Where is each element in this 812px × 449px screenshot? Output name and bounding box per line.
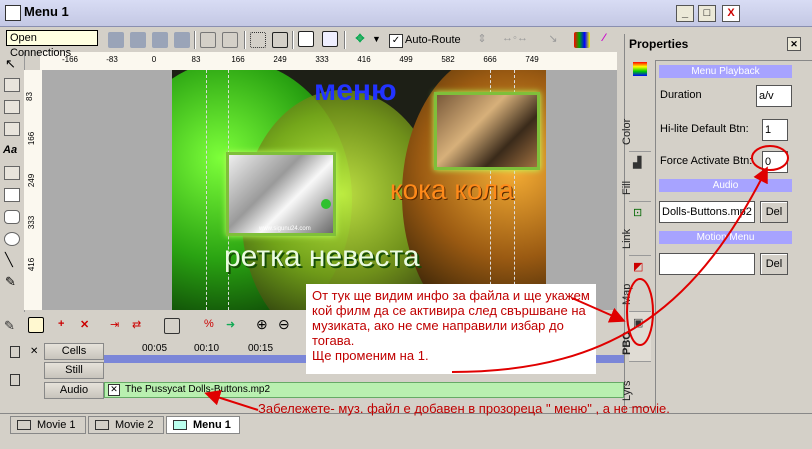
annotation-arrows	[204, 145, 789, 411]
force-value-ring	[751, 145, 789, 171]
pbc-highlight-ring	[626, 278, 654, 346]
arrow-to-force-field	[451, 166, 768, 373]
arrow-to-pbc-tab	[571, 297, 626, 323]
arrow-to-audio-clip	[204, 390, 259, 411]
